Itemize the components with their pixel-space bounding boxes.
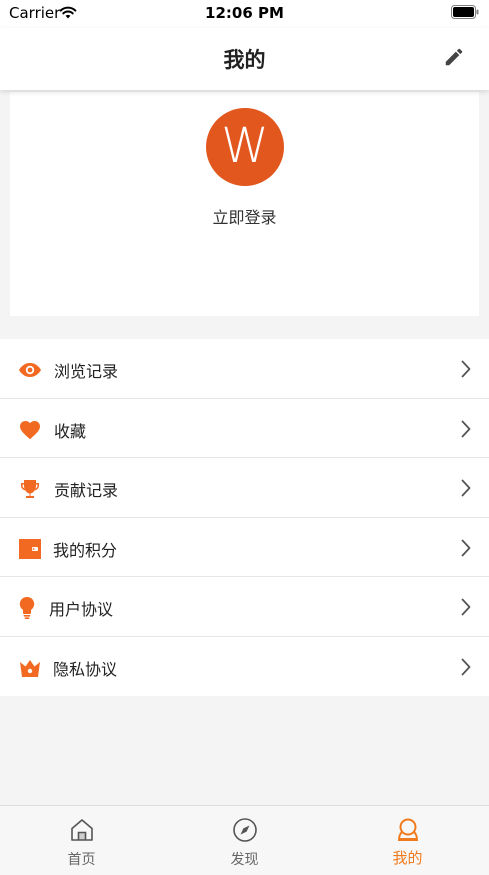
eye-icon [19, 363, 41, 377]
nav-bar: 我的 [0, 28, 489, 90]
menu-label: 贡献记录 [54, 481, 119, 500]
login-link[interactable]: 立即登录 [10, 204, 479, 228]
chevron-right-icon [461, 539, 471, 556]
chevron-right-icon [461, 420, 471, 437]
menu-item-contribution-history[interactable]: 贡献记录 [0, 458, 489, 518]
menu-label: 用户协议 [49, 600, 114, 619]
battery-icon [451, 5, 479, 19]
tab-discover[interactable]: 发现 [163, 806, 326, 875]
chevron-right-icon [461, 479, 471, 497]
crown-icon [20, 659, 40, 677]
chevron-right-icon [461, 658, 471, 675]
avatar[interactable]: W [206, 108, 284, 186]
menu-label: 我的积分 [53, 540, 118, 560]
menu-item-favorites[interactable]: 收藏 [0, 399, 489, 458]
menu-item-user-agreement[interactable]: 用户协议 [0, 577, 489, 637]
tab-bar: 首页 发现 我的 [0, 805, 489, 875]
menu-label: 隐私协议 [53, 659, 118, 679]
heart-icon [20, 420, 40, 439]
home-icon [71, 819, 93, 841]
pencil-icon[interactable] [443, 46, 465, 68]
avatar-letter: W [221, 118, 269, 174]
menu-list: 浏览记录 收藏 贡献记录 我的积分 用户协议 隐私协议 [0, 339, 489, 696]
menu-item-my-points[interactable]: 我的积分 [0, 518, 489, 577]
menu-item-browse-history[interactable]: 浏览记录 [0, 339, 489, 399]
page-title: 我的 [223, 48, 266, 72]
menu-label: 浏览记录 [54, 362, 119, 381]
tab-home[interactable]: 首页 [0, 806, 163, 875]
trophy-icon [21, 480, 39, 498]
clock: 12:06 PM [205, 4, 284, 22]
wallet-icon [19, 538, 41, 559]
tab-label: 我的 [392, 849, 423, 867]
chevron-right-icon [461, 598, 471, 616]
screen: Carrier 12:06 PM 我的 W 立即登录 浏览记录 收藏 贡献记录 … [0, 0, 489, 875]
tab-label: 首页 [67, 852, 96, 868]
tab-label: 发现 [230, 852, 259, 868]
menu-label: 收藏 [54, 421, 87, 441]
profile-card: W 立即登录 [10, 92, 479, 316]
lightbulb-icon [19, 597, 35, 619]
menu-item-privacy-policy[interactable]: 隐私协议 [0, 637, 489, 697]
user-icon [397, 818, 419, 841]
tab-mine[interactable]: 我的 [326, 806, 489, 875]
chevron-right-icon [461, 360, 471, 378]
status-bar: Carrier 12:06 PM [0, 0, 489, 28]
compass-icon [233, 818, 257, 842]
